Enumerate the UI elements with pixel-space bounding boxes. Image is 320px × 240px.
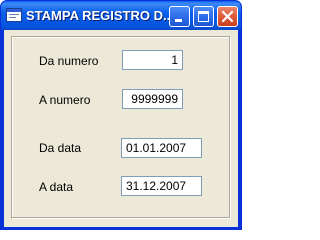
minimize-button[interactable]: [169, 6, 190, 27]
maximize-button[interactable]: [193, 6, 214, 27]
window-app-icon[interactable]: [6, 8, 22, 22]
to-number-input[interactable]: 9999999: [122, 89, 183, 109]
to-date-label: A data: [39, 180, 74, 194]
minimize-icon: [175, 19, 182, 22]
from-number-label: Da numero: [39, 54, 99, 68]
maximize-icon: [198, 11, 209, 22]
from-date-input[interactable]: 01.01.2007: [121, 138, 202, 158]
close-button[interactable]: [217, 6, 238, 27]
title-bar[interactable]: STAMPA REGISTRO D...: [1, 1, 241, 30]
dialog-window: STAMPA REGISTRO D... Da numero 1 A numer…: [0, 0, 242, 230]
close-icon: [221, 10, 234, 23]
from-date-label: Da data: [39, 141, 82, 155]
window-title: STAMPA REGISTRO D...: [26, 8, 174, 23]
to-date-input[interactable]: 31.12.2007: [121, 176, 202, 196]
from-number-input[interactable]: 1: [122, 50, 183, 70]
dialog-client-area: Da numero 1 A numero 9999999 Da data 01.…: [4, 30, 238, 227]
to-number-label: A numero: [39, 93, 91, 107]
